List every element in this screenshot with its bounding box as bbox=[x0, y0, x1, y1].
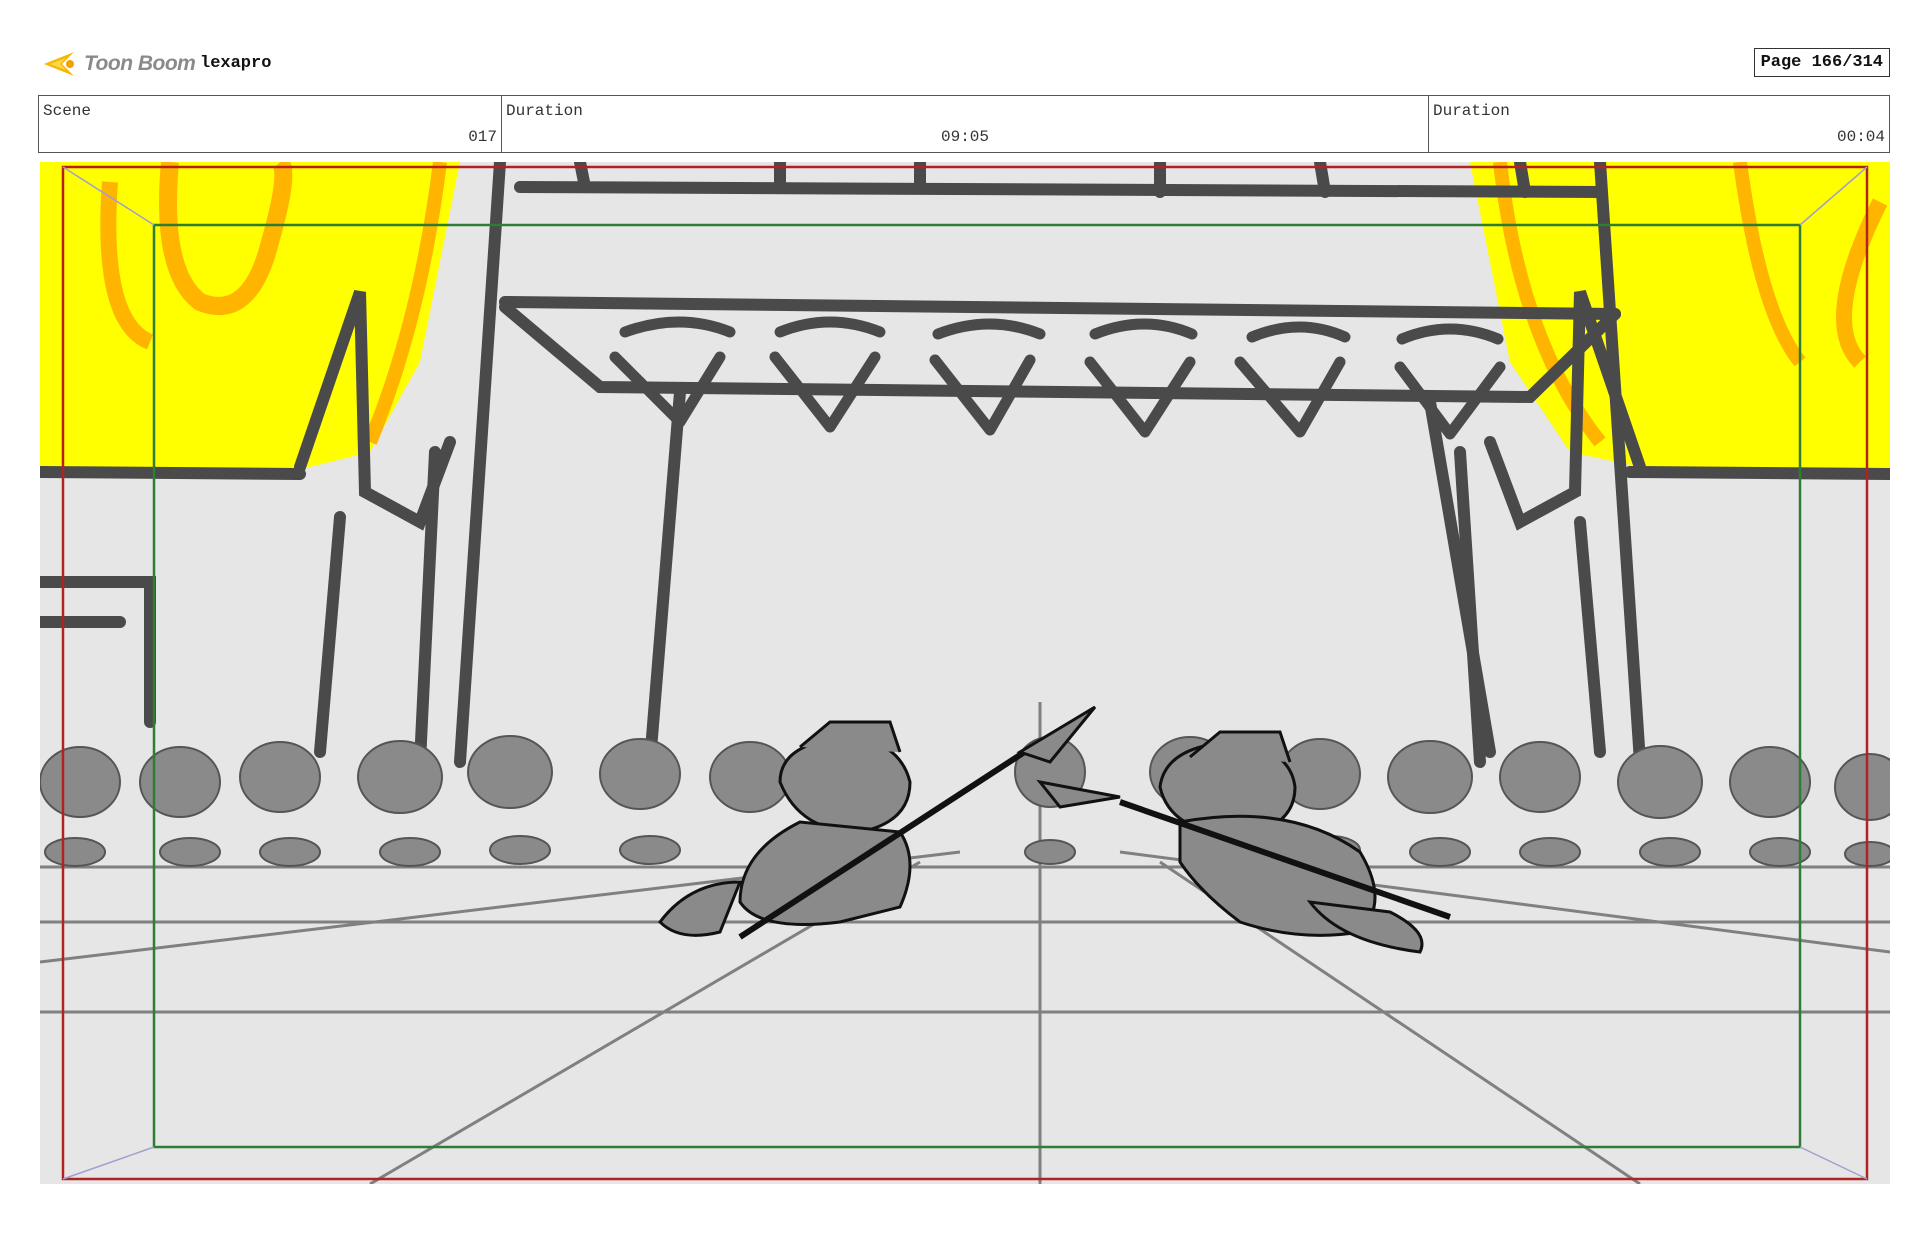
toon-boom-logo: Toon Boom bbox=[40, 46, 196, 82]
storyboard-panel bbox=[40, 162, 1890, 1184]
panel-duration-value: 00:04 bbox=[1836, 128, 1885, 146]
duration-label: Duration bbox=[506, 102, 583, 120]
scene-info-table: Scene 017 Duration 09:05 Duration 00:04 bbox=[38, 95, 1890, 153]
duration-cell: Duration 09:05 bbox=[502, 96, 1429, 152]
page-header: Toon Boom lexapro Page 166/314 bbox=[40, 46, 1890, 82]
panel-drawing bbox=[40, 162, 1890, 1184]
scene-label: Scene bbox=[43, 102, 92, 120]
panel-duration-cell: Duration 00:04 bbox=[1429, 96, 1889, 152]
toon-boom-logo-icon bbox=[44, 52, 74, 76]
scene-value: 017 bbox=[468, 128, 497, 146]
duration-value: 09:05 bbox=[940, 128, 989, 146]
scene-cell: Scene 017 bbox=[39, 96, 502, 152]
logo-text: Toon Boom bbox=[84, 52, 196, 75]
panel-duration-label: Duration bbox=[1433, 102, 1510, 120]
page-counter: Page 166/314 bbox=[1753, 48, 1890, 77]
project-name: lexapro bbox=[200, 54, 272, 73]
